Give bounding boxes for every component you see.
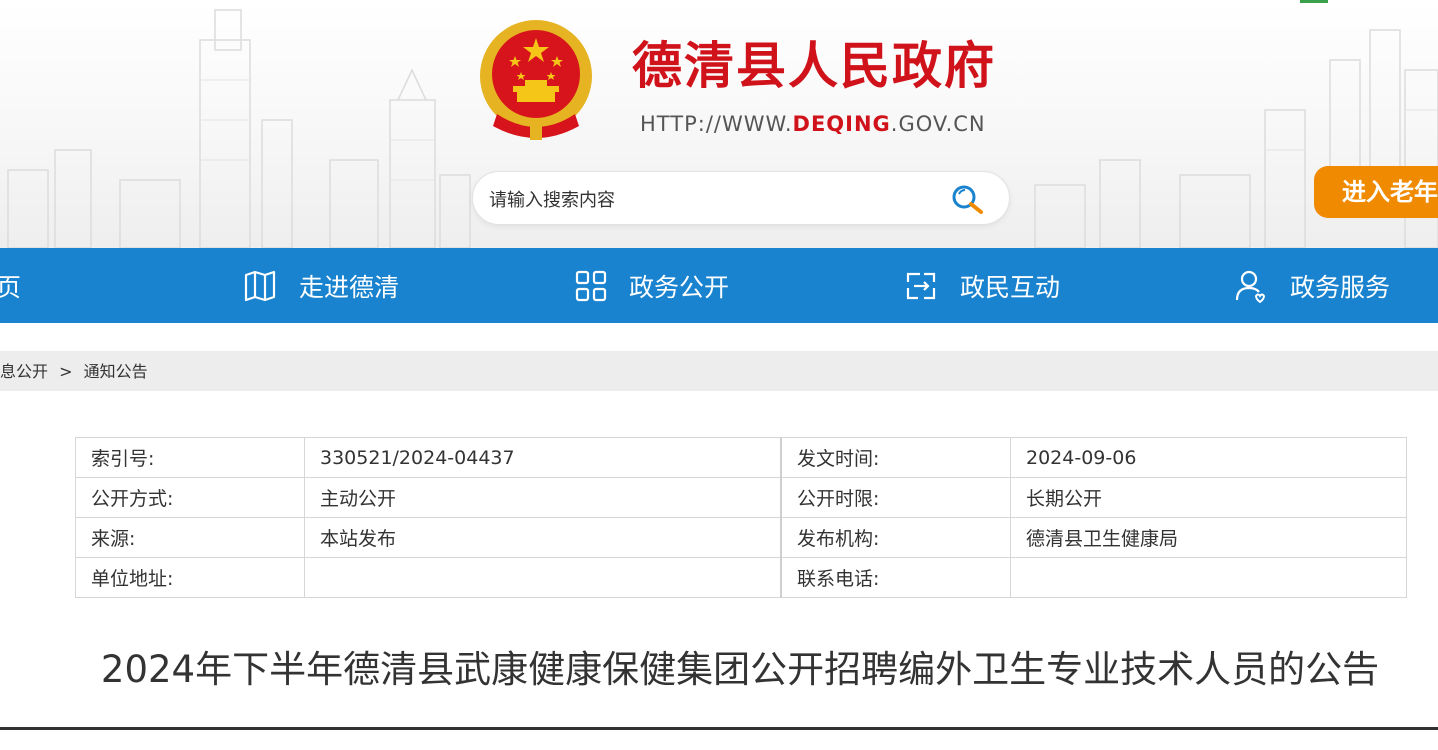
site-title: 德清县人民政府 bbox=[632, 37, 996, 95]
index-number-label: 索引号: bbox=[75, 437, 305, 478]
table-row: 单位地址: 联系电话: bbox=[75, 557, 1407, 598]
phone-value bbox=[1010, 557, 1407, 598]
disclosure-period-label: 公开时限: bbox=[780, 477, 1011, 518]
table-row: 公开方式: 主动公开 公开时限: 长期公开 bbox=[75, 477, 1407, 518]
nav-item-label: 政务公开 bbox=[629, 272, 730, 302]
disclosure-period-value: 长期公开 bbox=[1010, 477, 1407, 518]
grid-icon bbox=[575, 270, 607, 301]
site-url: HTTP://WWW.DEQING.GOV.CN bbox=[640, 112, 986, 136]
nav-item-gov-services[interactable]: 政务服务 bbox=[1234, 248, 1390, 323]
index-number-value: 330521/2024-04437 bbox=[304, 437, 782, 478]
address-value bbox=[304, 557, 782, 598]
nav-item-label: 页 bbox=[0, 272, 22, 302]
phone-label: 联系电话: bbox=[780, 557, 1011, 598]
breadcrumb: 信息公开 > 通知公告 bbox=[0, 351, 1438, 391]
disclosure-method-label: 公开方式: bbox=[75, 477, 305, 518]
disclosure-method-value: 主动公开 bbox=[304, 477, 782, 518]
issue-date-value: 2024-09-06 bbox=[1010, 437, 1407, 478]
document-info-table: 索引号: 330521/2024-04437 发文时间: 2024-09-06 … bbox=[75, 437, 1407, 598]
breadcrumb-item-info-open[interactable]: 信息公开 bbox=[0, 351, 48, 393]
source-label: 来源: bbox=[75, 517, 305, 558]
nav-item-label: 政民互动 bbox=[960, 272, 1061, 302]
nav-item-label: 走进德清 bbox=[299, 272, 400, 302]
search-input[interactable] bbox=[487, 182, 931, 218]
table-row: 来源: 本站发布 发布机构: 德清县卫生健康局 bbox=[75, 517, 1407, 558]
url-suffix: .GOV.CN bbox=[890, 112, 986, 136]
article-title: 2024年下半年德清县武康健康保健集团公开招聘编外卫生专业技术人员的公告 bbox=[100, 648, 1380, 691]
corner-accent bbox=[1300, 0, 1328, 3]
table-row: 索引号: 330521/2024-04437 发文时间: 2024-09-06 bbox=[75, 437, 1407, 478]
map-icon bbox=[244, 270, 276, 301]
user-service-icon bbox=[1235, 270, 1266, 303]
url-highlight: DEQING bbox=[792, 112, 891, 136]
nav-item-label: 政务服务 bbox=[1290, 272, 1391, 302]
site-header: 德清县人民政府 HTTP://WWW.DEQING.GOV.CN 进入老年 bbox=[0, 0, 1438, 248]
breadcrumb-separator: > bbox=[59, 362, 73, 381]
national-emblem-logo bbox=[480, 20, 592, 140]
source-value: 本站发布 bbox=[304, 517, 782, 558]
address-label: 单位地址: bbox=[75, 557, 305, 598]
url-prefix: HTTP://WWW. bbox=[640, 112, 793, 136]
publisher-value: 德清县卫生健康局 bbox=[1010, 517, 1407, 558]
nav-item-home[interactable]: 页 bbox=[0, 248, 21, 323]
main-nav: 页 走进德清 政务公开 政民互动 政务服务 bbox=[0, 248, 1438, 323]
magnifier-icon[interactable] bbox=[951, 184, 985, 214]
elder-mode-button[interactable]: 进入老年 bbox=[1314, 166, 1438, 218]
publisher-label: 发布机构: bbox=[780, 517, 1011, 558]
divider bbox=[0, 727, 1438, 730]
nav-item-gov-affairs-open[interactable]: 政务公开 bbox=[575, 248, 729, 323]
breadcrumb-item-notices[interactable]: 通知公告 bbox=[84, 351, 148, 393]
nav-item-interaction[interactable]: 政民互动 bbox=[904, 248, 1060, 323]
issue-date-label: 发文时间: bbox=[780, 437, 1011, 478]
nav-item-about-deqing[interactable]: 走进德清 bbox=[243, 248, 399, 323]
search-box bbox=[472, 171, 1010, 225]
interaction-icon bbox=[906, 272, 936, 299]
